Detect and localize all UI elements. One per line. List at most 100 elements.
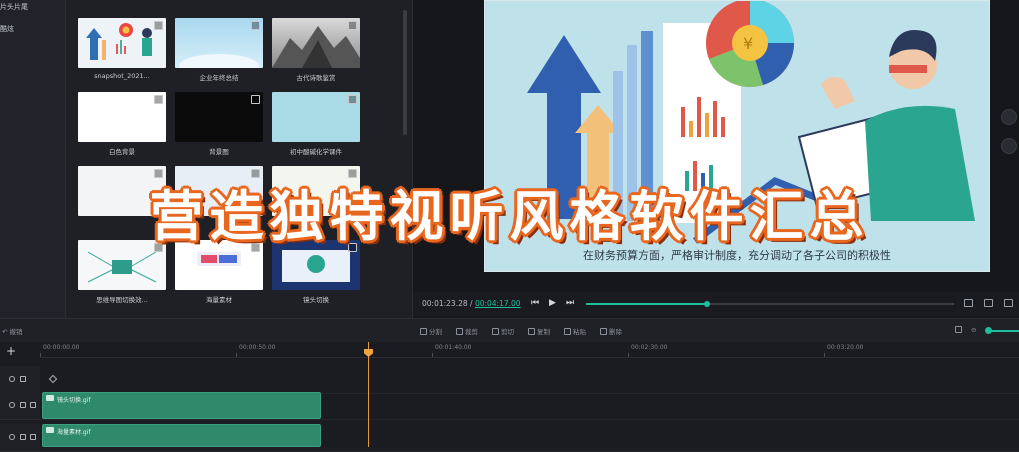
overlay-banner-title: 营造独特视听风格软件汇总	[149, 185, 870, 248]
screenshot-button[interactable]	[1001, 109, 1017, 125]
total-time[interactable]: 00:04:17.00	[475, 299, 521, 308]
keyframe-marker-icon[interactable]	[48, 374, 58, 384]
ruler-line	[236, 353, 237, 357]
preview-panel: ¥ 在财务预算方面，严格审计制度，充分调动了各子公司的积极性 00:01:23.…	[412, 0, 1019, 318]
media-caption: 企业年终总结	[199, 74, 239, 82]
nav-item-intro-outro[interactable]: 片头片尾	[0, 0, 65, 22]
lock-icon[interactable]	[20, 376, 26, 382]
zoom-slider-knob[interactable]	[985, 327, 992, 334]
category-sidebar: 片头片尾 酷炫	[0, 0, 66, 318]
media-caption: 古代诗歌鉴赏	[296, 74, 336, 82]
media-thumb-6[interactable]	[272, 92, 360, 142]
ruler-tick: 00:00:00.00	[43, 344, 80, 351]
video-badge-icon	[154, 21, 163, 30]
crop-button[interactable]: 裁剪	[456, 326, 478, 336]
cut-button[interactable]: 剪切	[492, 326, 514, 336]
delete-label: 删除	[609, 328, 622, 336]
media-library: snapshot_2021... 企业年终总结 古代诗歌鉴赏 白色背景 背景图 …	[66, 0, 412, 318]
finance-illustration-icon	[86, 23, 152, 60]
svg-text:¥: ¥	[743, 34, 753, 53]
media-caption: 镜头切换	[303, 296, 329, 304]
zoom-out-button[interactable]: ⊖	[971, 326, 976, 334]
undo-button[interactable]: ↶ 撤销	[2, 326, 23, 336]
ruler-tick: 00:03:20.00	[827, 344, 864, 351]
track-header	[0, 366, 40, 394]
ruler-line	[824, 353, 825, 357]
add-track-button[interactable]: +	[6, 344, 16, 358]
media-thumb-4[interactable]	[78, 92, 166, 142]
paste-button[interactable]: 粘贴	[564, 326, 586, 336]
timeline-panel: + 00:00:00.00 00:00:50.00 00:01:40.00 00…	[0, 342, 1019, 452]
media-caption: 白色背景	[109, 148, 135, 156]
effects-track[interactable]	[40, 366, 1019, 394]
time-ruler[interactable]: 00:00:00.00 00:00:50.00 00:01:40.00 00:0…	[40, 342, 1019, 358]
timeline-clip[interactable]: 镜头切换.gif	[42, 392, 321, 419]
track-header	[0, 392, 40, 420]
copy-icon	[528, 328, 535, 335]
ink-mountain-icon	[272, 26, 360, 68]
playback-controls: 00:01:23.28 / 00:04:17.00 ⏮ ▶ ⏭	[413, 292, 1019, 316]
playhead-line[interactable]	[368, 342, 369, 447]
lock-icon[interactable]	[20, 402, 26, 408]
copy-button[interactable]: 复制	[528, 326, 550, 336]
ruler-tick: 00:02:30.00	[631, 344, 668, 351]
ice-landscape-icon	[179, 54, 259, 68]
visibility-eye-icon[interactable]	[9, 402, 15, 408]
video-track: 镜头切换.gif	[40, 392, 1019, 420]
grid-icon[interactable]	[984, 299, 993, 307]
paste-icon	[564, 328, 571, 335]
progress-fill	[586, 303, 708, 305]
paste-label: 粘贴	[573, 328, 586, 336]
clip-label: 海量素材.gif	[57, 429, 91, 436]
media-caption: 思维导图切换效...	[96, 296, 148, 304]
undo-label: 撤销	[9, 328, 23, 336]
lock-icon[interactable]	[20, 434, 26, 440]
video-badge-icon	[348, 21, 357, 30]
cut-label: 剪切	[501, 328, 514, 336]
trash-icon[interactable]	[30, 434, 36, 440]
image-badge-icon	[251, 95, 260, 104]
trash-icon	[600, 328, 607, 335]
playback-progress-bar[interactable]	[586, 301, 954, 307]
media-thumb-2[interactable]	[175, 18, 263, 68]
fit-timeline-button[interactable]	[955, 326, 964, 334]
ruler-tick: 00:01:40.00	[435, 344, 472, 351]
media-caption: 海量素材	[206, 296, 232, 304]
nav-item-cool[interactable]: 酷炫	[0, 22, 65, 44]
copy-label: 复制	[537, 328, 550, 336]
split-icon	[420, 328, 427, 335]
clip-label: 镜头切换.gif	[57, 397, 91, 404]
visibility-eye-icon[interactable]	[9, 376, 15, 382]
image-badge-icon	[154, 95, 163, 104]
scissors-icon	[492, 328, 499, 335]
clip-thumbnail-icon	[46, 395, 54, 401]
progress-knob[interactable]	[704, 301, 711, 307]
crop-label: 裁剪	[465, 328, 478, 336]
delete-button[interactable]: 删除	[600, 326, 622, 336]
split-button[interactable]: 分割	[420, 326, 442, 336]
visibility-eye-icon[interactable]	[9, 434, 15, 440]
next-frame-button[interactable]: ⏭	[566, 298, 574, 308]
lock-icon[interactable]	[1001, 138, 1017, 154]
track-header	[0, 424, 40, 452]
timeline-clip[interactable]: 海量素材.gif	[42, 424, 321, 447]
media-thumb-3[interactable]	[272, 18, 360, 68]
play-button[interactable]: ▶	[549, 298, 556, 308]
ruler-line	[628, 353, 629, 357]
aspect-ratio-icon[interactable]	[964, 299, 973, 307]
media-scrollbar[interactable]	[403, 10, 407, 135]
time-separator: /	[470, 299, 473, 308]
time-display: 00:01:23.28 / 00:04:17.00	[422, 299, 521, 308]
prev-frame-button[interactable]: ⏮	[531, 298, 539, 308]
fullscreen-icon[interactable]	[1004, 299, 1013, 307]
split-label: 分割	[429, 328, 442, 336]
video-track: 海量素材.gif	[40, 424, 1019, 452]
crop-icon	[456, 328, 463, 335]
current-time: 00:01:23.28	[422, 299, 468, 308]
video-badge-icon	[251, 21, 260, 30]
media-thumb-5[interactable]	[175, 92, 263, 142]
media-caption: 初中酸碱化学课件	[290, 148, 342, 156]
trash-icon[interactable]	[30, 402, 36, 408]
ruler-line	[432, 353, 433, 357]
media-thumb-1[interactable]	[78, 18, 166, 68]
